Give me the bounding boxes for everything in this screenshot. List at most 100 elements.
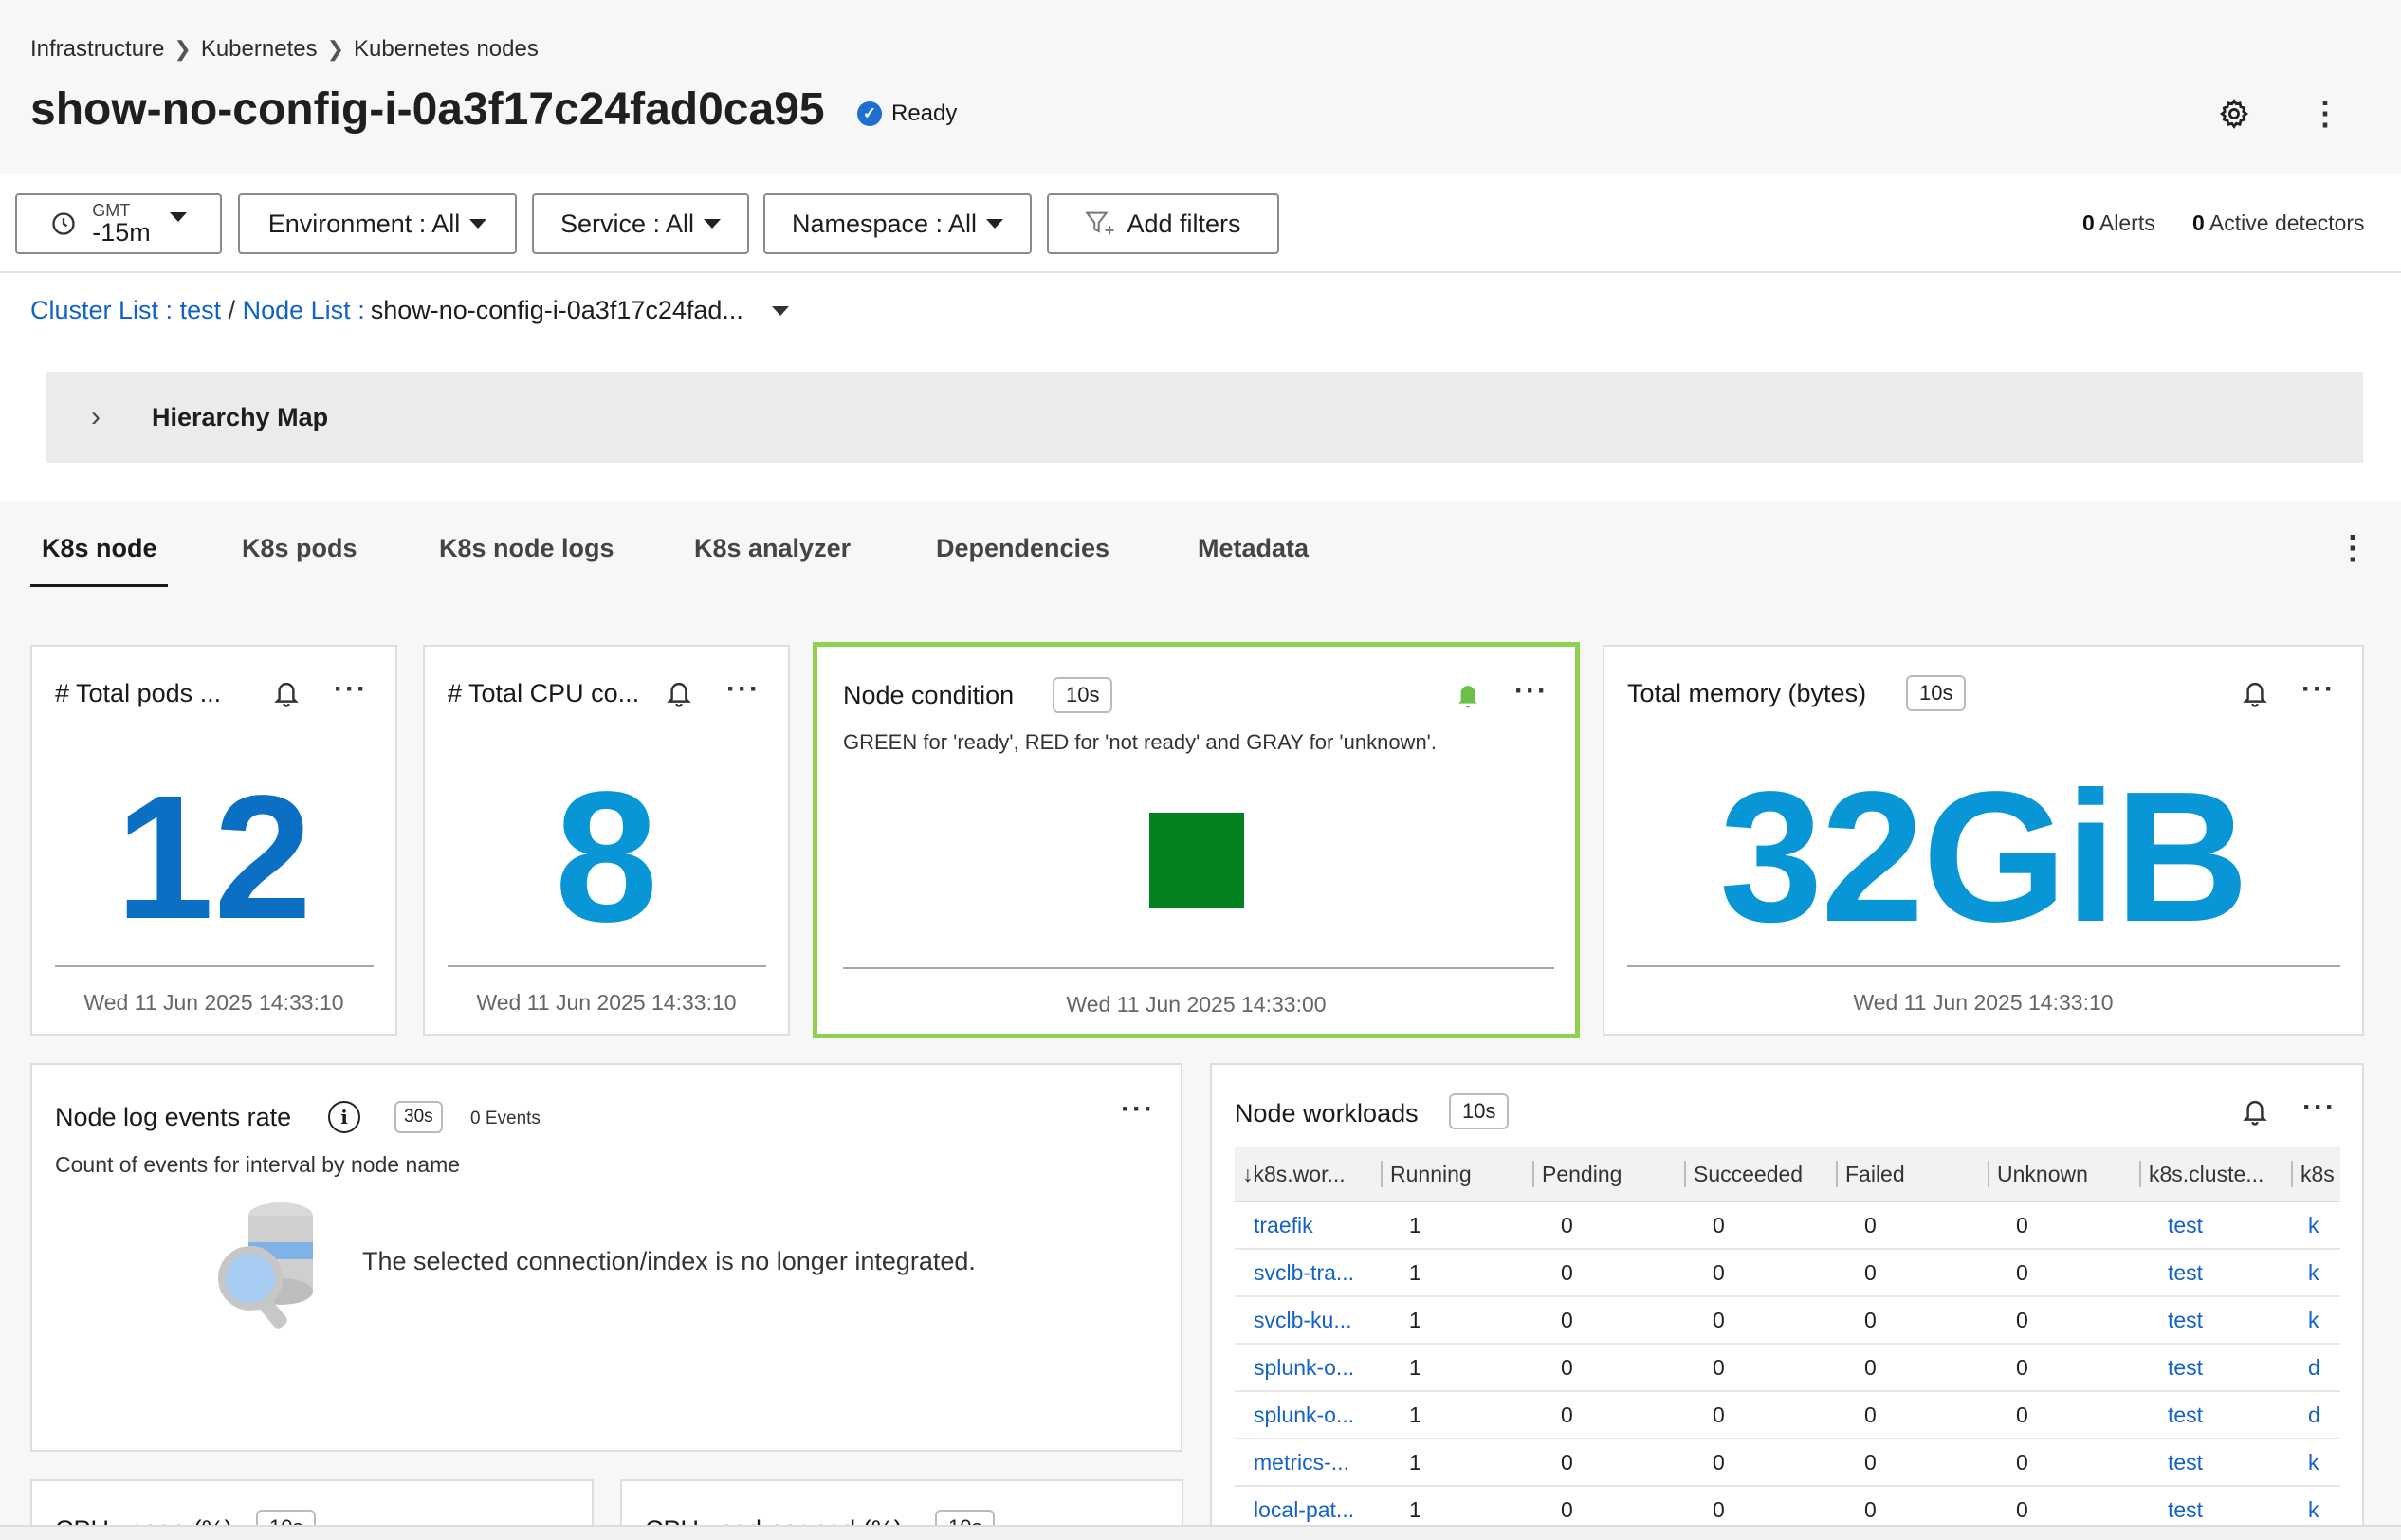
cell-failed: 0 xyxy=(1864,1259,1877,1285)
add-filters-button[interactable]: Add filters xyxy=(1047,193,1279,254)
column-header-pending[interactable]: Pending xyxy=(1532,1161,1684,1187)
cell-succeeded: 0 xyxy=(1713,1402,1725,1427)
table-row[interactable]: traefik 1 0 0 0 0 test k xyxy=(1235,1202,2340,1250)
card-menu-button[interactable]: ··· xyxy=(1514,675,1549,707)
hierarchy-map-toggle[interactable]: › Hierarchy Map xyxy=(46,372,2363,463)
hierarchy-map-label: Hierarchy Map xyxy=(152,402,329,431)
settings-button[interactable] xyxy=(2209,89,2259,138)
cell-k8s[interactable]: d xyxy=(2291,1402,2340,1428)
cell-k8s[interactable]: k xyxy=(2291,1260,2340,1286)
cell-workload[interactable]: metrics-... xyxy=(1235,1450,1381,1476)
add-filters-label: Add filters xyxy=(1127,209,1241,238)
cell-cluster[interactable]: test xyxy=(2139,1402,2291,1428)
cell-workload[interactable]: svclb-tra... xyxy=(1235,1260,1381,1286)
events-count: 0 Events xyxy=(470,1109,541,1128)
cell-failed: 0 xyxy=(1864,1307,1877,1332)
table-row[interactable]: splunk-o... 1 0 0 0 0 test d xyxy=(1235,1392,2340,1439)
kebab-icon: ⋮ xyxy=(2337,530,2369,566)
cell-k8s[interactable]: k xyxy=(2291,1213,2340,1238)
alert-bell-button[interactable] xyxy=(2238,1093,2272,1129)
tab-k8s-node[interactable]: K8s node xyxy=(42,534,157,563)
column-header-failed[interactable]: Failed xyxy=(1836,1161,1988,1187)
cell-k8s[interactable]: k xyxy=(2291,1497,2340,1523)
caret-down-icon[interactable] xyxy=(771,305,789,316)
cell-k8s[interactable]: k xyxy=(2291,1450,2340,1476)
column-header-unknown[interactable]: Unknown xyxy=(1988,1161,2139,1187)
divider xyxy=(55,965,374,967)
tab-dependencies[interactable]: Dependencies xyxy=(936,534,1109,563)
card-timestamp: Wed 11 Jun 2025 14:33:10 xyxy=(1853,990,2114,1015)
breadcrumb-kubernetes-nodes[interactable]: Kubernetes nodes xyxy=(354,36,539,63)
card-menu-button[interactable]: ··· xyxy=(726,673,761,706)
tab-metadata[interactable]: Metadata xyxy=(1198,534,1309,563)
cell-cluster[interactable]: test xyxy=(2139,1213,2291,1238)
cell-unknown: 0 xyxy=(2016,1402,2028,1427)
table-row[interactable]: metrics-... 1 0 0 0 0 test k xyxy=(1235,1439,2340,1487)
column-header-k8s[interactable]: k8s xyxy=(2291,1161,2340,1187)
cell-running: 1 xyxy=(1409,1496,1421,1522)
cell-workload[interactable]: splunk-o... xyxy=(1235,1355,1381,1381)
navigator-breadcrumb: Cluster List : test / Node List : show-n… xyxy=(30,296,789,325)
environment-filter[interactable]: Environment : All xyxy=(238,193,517,254)
node-list-link[interactable]: Node List xyxy=(243,296,351,325)
cell-k8s[interactable]: k xyxy=(2291,1308,2340,1333)
cell-running: 1 xyxy=(1409,1259,1421,1285)
cell-k8s[interactable]: d xyxy=(2291,1355,2340,1381)
column-header-cluster[interactable]: k8s.cluste... xyxy=(2139,1161,2291,1187)
cell-succeeded: 0 xyxy=(1713,1496,1725,1522)
table-row[interactable]: splunk-o... 1 0 0 0 0 test d xyxy=(1235,1345,2340,1392)
cell-workload[interactable]: splunk-o... xyxy=(1235,1402,1381,1428)
cluster-name-link[interactable]: test xyxy=(180,296,222,325)
active-tab-indicator xyxy=(30,584,168,587)
alerts-count[interactable]: 0 Alerts xyxy=(2082,211,2155,236)
column-header-workload[interactable]: ↓k8s.wor... xyxy=(1235,1162,1381,1187)
info-icon[interactable]: i xyxy=(328,1101,360,1133)
tab-k8s-pods[interactable]: K8s pods xyxy=(242,534,357,563)
cluster-list-link[interactable]: Cluster List xyxy=(30,296,158,325)
more-vertical-button[interactable]: ⋮ xyxy=(2300,89,2350,138)
column-header-succeeded[interactable]: Succeeded xyxy=(1684,1161,1836,1187)
cell-cluster[interactable]: test xyxy=(2139,1308,2291,1333)
card-menu-button[interactable]: ··· xyxy=(1121,1093,1155,1126)
column-label: Succeeded xyxy=(1694,1161,1804,1186)
card-menu-button[interactable]: ··· xyxy=(334,673,368,706)
cell-workload[interactable]: traefik xyxy=(1235,1213,1381,1238)
status-text: Ready xyxy=(891,101,958,126)
card-menu-button[interactable]: ··· xyxy=(2302,1091,2337,1124)
tabs-more-button[interactable]: ⋮ xyxy=(2337,529,2369,567)
alert-bell-button[interactable] xyxy=(269,675,303,711)
kebab-icon: ⋮ xyxy=(2309,96,2341,132)
crumb-separator: : xyxy=(158,296,180,324)
column-header-running[interactable]: Running xyxy=(1381,1161,1532,1187)
namespace-filter[interactable]: Namespace : All xyxy=(763,193,1032,254)
cell-unknown: 0 xyxy=(2016,1259,2028,1285)
interval-badge: 10s xyxy=(1449,1093,1510,1129)
card-menu-button[interactable]: ··· xyxy=(2301,673,2336,706)
breadcrumb-infrastructure[interactable]: Infrastructure xyxy=(30,36,164,63)
active-alert-bell-button[interactable] xyxy=(1451,677,1485,713)
tab-k8s-analyzer[interactable]: K8s analyzer xyxy=(694,534,851,563)
service-filter[interactable]: Service : All xyxy=(532,193,749,254)
table-row[interactable]: svclb-ku... 1 0 0 0 0 test k xyxy=(1235,1297,2340,1345)
divider xyxy=(448,965,766,967)
cell-succeeded: 0 xyxy=(1713,1259,1725,1285)
tab-k8s-node-logs[interactable]: K8s node logs xyxy=(439,534,614,563)
alert-bell-button[interactable] xyxy=(662,675,696,711)
breadcrumb-kubernetes[interactable]: Kubernetes xyxy=(201,36,318,63)
caret-down-icon xyxy=(169,212,187,222)
table-row[interactable]: svclb-tra... 1 0 0 0 0 test k xyxy=(1235,1250,2340,1297)
cell-workload[interactable]: local-pat... xyxy=(1235,1497,1381,1523)
column-label: k8s.wor... xyxy=(1253,1161,1346,1186)
alert-bell-button[interactable] xyxy=(2238,675,2272,711)
cell-running: 1 xyxy=(1409,1212,1421,1238)
cell-cluster[interactable]: test xyxy=(2139,1497,2291,1523)
cell-workload[interactable]: svclb-ku... xyxy=(1235,1308,1381,1333)
active-detectors-count[interactable]: 0 Active detectors xyxy=(2192,211,2365,236)
cell-cluster[interactable]: test xyxy=(2139,1450,2291,1476)
time-range-picker[interactable]: GMT -15m xyxy=(15,193,222,254)
column-label: k8s.cluste... xyxy=(2149,1161,2264,1186)
database-search-icon xyxy=(203,1193,336,1335)
cell-cluster[interactable]: test xyxy=(2139,1260,2291,1286)
cell-cluster[interactable]: test xyxy=(2139,1355,2291,1381)
card-title: # Total pods ... xyxy=(55,679,222,707)
